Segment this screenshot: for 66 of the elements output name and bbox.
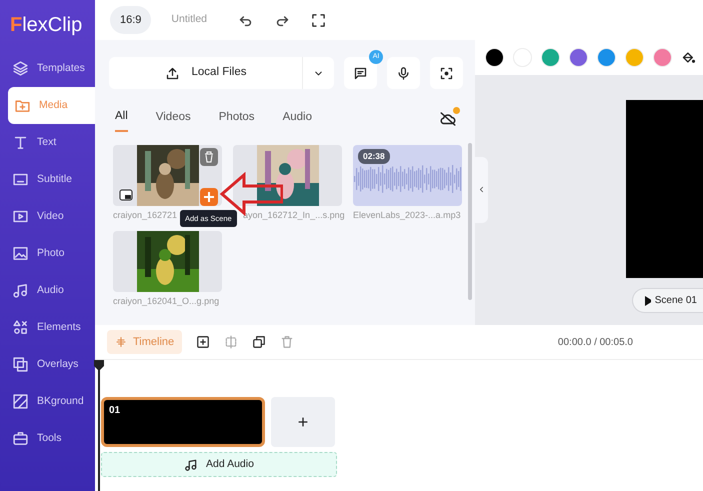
sidebar-item[interactable]: BKground	[0, 383, 95, 420]
cloud-off-icon	[439, 110, 457, 128]
focus-icon	[439, 66, 454, 80]
color-swatch[interactable]	[653, 48, 672, 67]
media-tab[interactable]: Videos	[156, 106, 191, 132]
timeline-icon	[115, 336, 127, 348]
microphone-icon	[396, 66, 411, 80]
add-audio-button[interactable]: Add Audio	[101, 452, 337, 477]
scene-icon[interactable]	[119, 189, 133, 201]
clip-number: 01	[108, 404, 122, 418]
sidebar-item[interactable]: Text	[0, 124, 95, 161]
add-icon[interactable]	[196, 335, 210, 349]
toolbox-icon	[12, 430, 29, 447]
status-dot-icon	[453, 107, 460, 114]
photo-icon	[12, 245, 29, 262]
play-icon	[645, 296, 651, 306]
add-scene-button[interactable]: +	[271, 397, 335, 447]
screen-record-button[interactable]	[430, 57, 463, 89]
fullscreen-icon[interactable]	[311, 12, 326, 28]
layers-icon	[12, 60, 29, 77]
sidebar-item[interactable]: Tools	[0, 420, 95, 457]
file-name: craiyon_162721	[113, 209, 178, 222]
upload-icon	[164, 66, 180, 80]
sidebar-item[interactable]: Photo	[0, 235, 95, 272]
sidebar-item[interactable]: Elements	[0, 309, 95, 346]
media-tab[interactable]: All	[115, 106, 128, 132]
duration-label: 02:38	[358, 149, 390, 164]
media-tab[interactable]: Audio	[282, 106, 312, 132]
time-display: 00:00.0 / 00:05.0	[558, 336, 633, 350]
media-tab[interactable]: Photos	[218, 106, 255, 132]
sidebar-item[interactable]: Video	[0, 198, 95, 235]
subtitle-icon	[353, 66, 368, 80]
subtitle-icon	[12, 171, 29, 188]
color-swatch[interactable]	[597, 48, 616, 67]
delete-icon[interactable]	[200, 148, 218, 166]
aspect-ratio-button[interactable]: 16:9	[110, 6, 152, 34]
sidebar-item[interactable]: Subtitle	[0, 161, 95, 198]
text-icon	[12, 134, 29, 151]
paint-bucket-icon[interactable]	[681, 50, 696, 65]
overlays-icon	[12, 356, 29, 373]
music-icon	[12, 282, 29, 299]
file-name: craiyon_162041_O...g.png	[113, 294, 220, 308]
logo: FlexClip	[9, 13, 84, 38]
chevron-left-icon	[477, 185, 486, 194]
background-icon	[12, 393, 29, 410]
color-swatch[interactable]	[541, 48, 560, 67]
record-button[interactable]	[387, 57, 420, 89]
sidebar-item[interactable]: Templates	[0, 50, 95, 87]
plus-icon[interactable]	[200, 188, 218, 206]
color-swatch[interactable]	[625, 48, 644, 67]
shapes-icon	[12, 319, 29, 336]
music-icon	[184, 458, 198, 472]
video-icon	[12, 208, 29, 225]
scene-button[interactable]: Scene 01	[632, 288, 703, 313]
sidebar-item[interactable]: Overlays	[0, 346, 95, 383]
audio-thumbnail[interactable]: 02:38	[353, 145, 462, 206]
file-name: ElevenLabs_2023-...a.mp3	[353, 209, 461, 222]
duplicate-icon[interactable]	[252, 335, 266, 349]
upload-button[interactable]: Local Files	[109, 57, 302, 89]
color-swatch[interactable]	[569, 48, 588, 67]
scene-clip[interactable]: 01	[101, 397, 265, 447]
color-swatch[interactable]	[485, 48, 504, 67]
sidebar-item[interactable]: Audio	[0, 272, 95, 309]
playhead[interactable]	[94, 360, 104, 491]
subtitle-ai-button[interactable]	[344, 57, 377, 89]
file-name: ayon_162712_In_...s.png	[242, 209, 345, 222]
